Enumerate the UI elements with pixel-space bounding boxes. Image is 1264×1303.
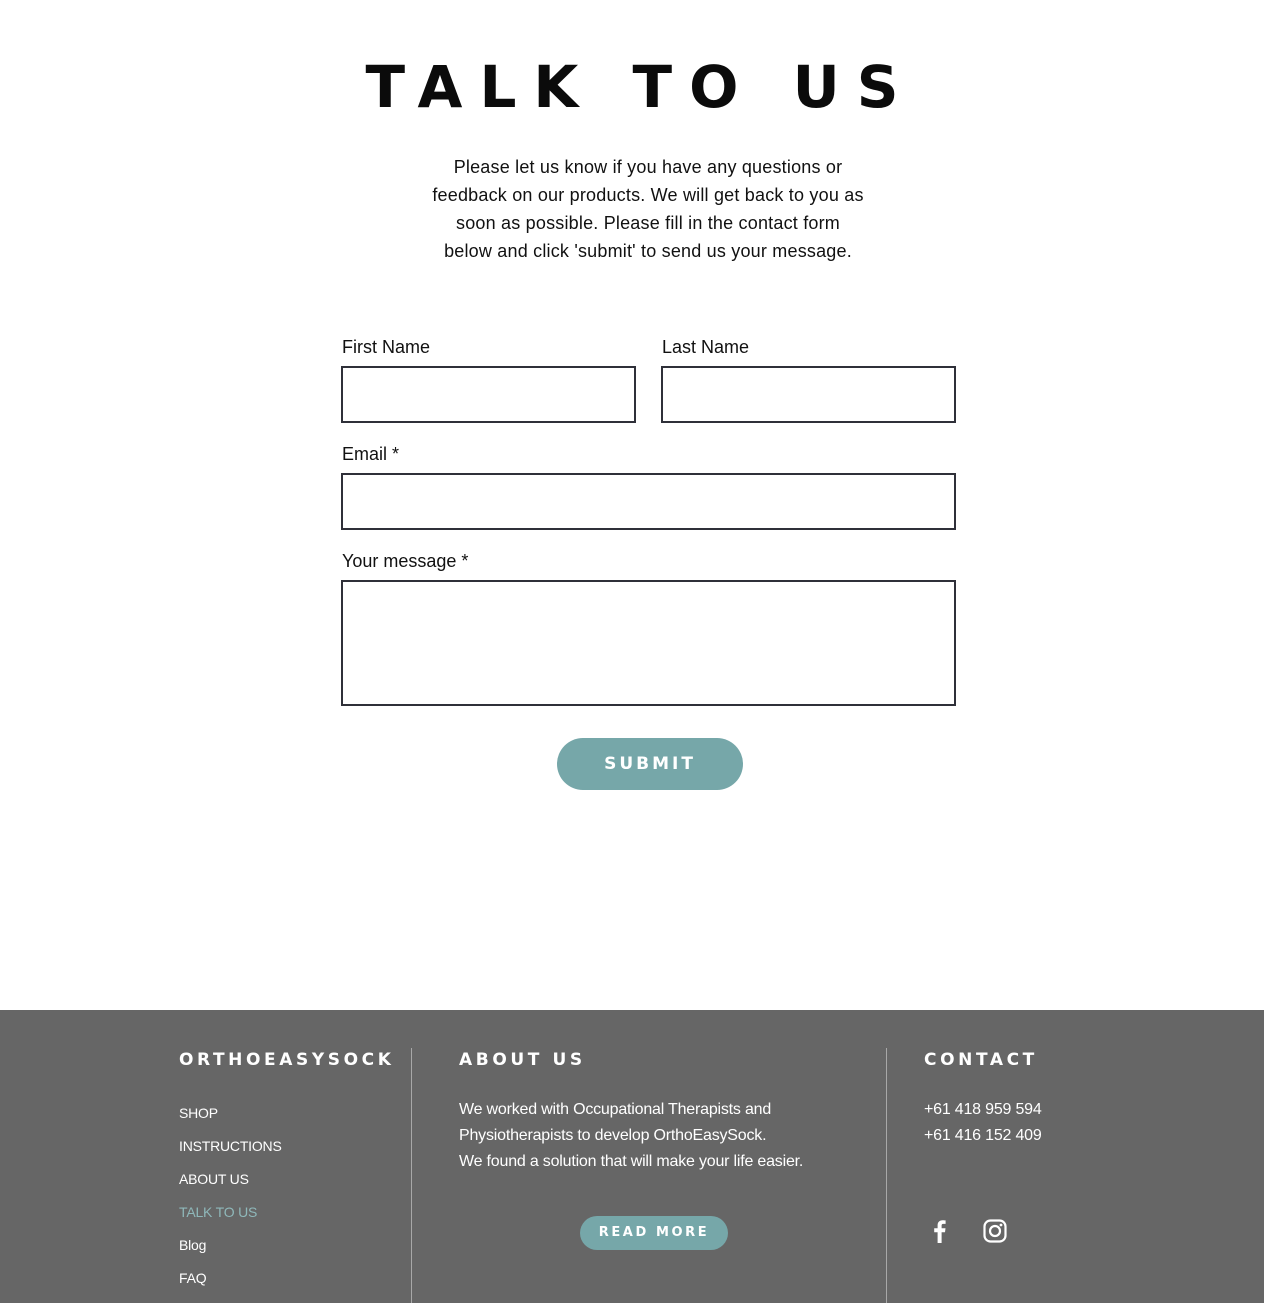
first-name-field[interactable] <box>341 366 636 423</box>
about-line: Physiotherapists to develop OrthoEasySoc… <box>459 1127 767 1144</box>
footer-nav-blog[interactable]: Blog <box>179 1236 282 1269</box>
last-name-field[interactable] <box>661 366 956 423</box>
about-line: We found a solution that will make your … <box>459 1153 804 1170</box>
last-name-label: Last Name <box>662 337 750 357</box>
contact-phones: +61 418 959 594 +61 416 152 409 <box>924 1097 1042 1149</box>
footer-nav-about-us[interactable]: ABOUT US <box>179 1170 282 1203</box>
footer-brand: ORTHOEASYSOCK <box>179 1050 395 1070</box>
footer-nav-talk-to-us[interactable]: TALK TO US <box>179 1203 282 1236</box>
email-field[interactable] <box>341 473 956 530</box>
phone-number: +61 416 152 409 <box>924 1127 1042 1144</box>
read-more-button[interactable]: READ MORE <box>580 1216 728 1250</box>
first-name-label: First Name <box>342 337 431 357</box>
intro-line: Please let us know if you have any quest… <box>453 157 843 177</box>
intro-line: below and click 'submit' to send us your… <box>444 241 852 261</box>
page-title: TALK TO US <box>365 53 916 121</box>
about-line: We worked with Occupational Therapists a… <box>459 1101 772 1118</box>
intro-line: soon as possible. Please fill in the con… <box>456 213 840 233</box>
intro-line: feedback on our products. We will get ba… <box>432 185 864 205</box>
footer-divider <box>886 1048 887 1303</box>
footer-nav: SHOP INSTRUCTIONS ABOUT US TALK TO US Bl… <box>179 1104 282 1302</box>
facebook-icon[interactable] <box>926 1217 954 1245</box>
footer-nav-faq[interactable]: FAQ <box>179 1269 282 1302</box>
message-field[interactable] <box>341 580 956 706</box>
footer-nav-instructions[interactable]: INSTRUCTIONS <box>179 1137 282 1170</box>
about-heading: ABOUT US <box>459 1050 586 1070</box>
footer-divider <box>411 1048 412 1303</box>
submit-button[interactable]: SUBMIT <box>557 738 743 790</box>
phone-number: +61 418 959 594 <box>924 1101 1042 1118</box>
message-label: Your message * <box>342 551 469 571</box>
footer-nav-shop[interactable]: SHOP <box>179 1104 282 1137</box>
instagram-icon[interactable] <box>981 1217 1009 1245</box>
about-text: We worked with Occupational Therapists a… <box>459 1097 859 1175</box>
contact-heading: CONTACT <box>924 1050 1038 1070</box>
intro-text: Please let us know if you have any quest… <box>432 153 864 265</box>
email-label: Email * <box>342 444 400 464</box>
